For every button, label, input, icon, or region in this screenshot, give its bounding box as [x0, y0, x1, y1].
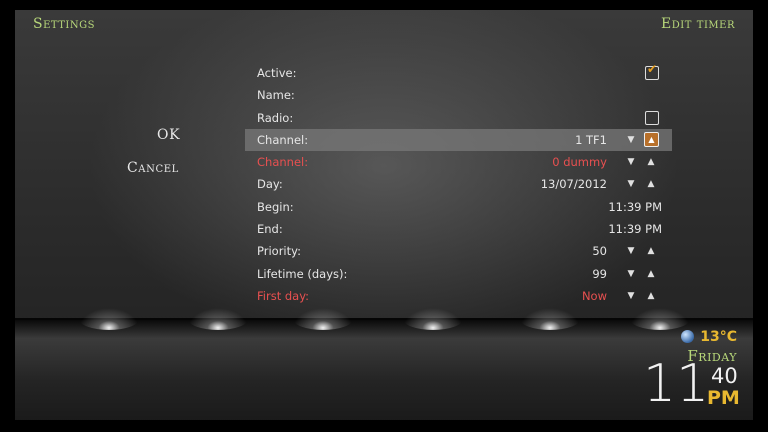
spotlight — [293, 308, 353, 330]
row-day[interactable]: Day: 13/07/2012 ▼ ▲ — [245, 173, 672, 195]
clock-minutes: 40 — [711, 364, 738, 388]
row-first-day[interactable]: First day: Now ▼ ▲ — [245, 285, 672, 307]
row-radio[interactable]: Radio: — [245, 107, 672, 129]
spotlight — [79, 308, 139, 330]
row-priority[interactable]: Priority: 50 ▼ ▲ — [245, 240, 672, 262]
row-value: 99 — [592, 266, 607, 281]
radio-checkbox[interactable] — [645, 110, 659, 125]
row-name[interactable]: Name: — [245, 84, 672, 106]
row-label: Channel: — [257, 132, 309, 147]
weather-widget: 13°C — [681, 329, 737, 345]
ok-button[interactable]: OK — [157, 127, 180, 143]
row-begin[interactable]: Begin: 11:39 PM — [245, 196, 672, 218]
clock-ampm: PM — [707, 387, 740, 409]
row-channel-alt[interactable]: Channel: 0 dummy ▼ ▲ — [245, 151, 672, 173]
row-label: Day: — [257, 177, 283, 192]
globe-icon — [681, 330, 695, 343]
row-value: 0 dummy — [552, 155, 607, 170]
row-value: 1 TF1 — [575, 132, 607, 147]
cancel-button[interactable]: Cancel — [127, 160, 179, 176]
clock-hour: 11 — [643, 354, 710, 414]
row-label: Lifetime (days): — [257, 266, 348, 281]
chevron-down-icon[interactable]: ▼ — [624, 263, 638, 285]
chevron-up-icon[interactable]: ▲ — [644, 285, 658, 307]
timer-settings-list: Active: ✔ Name: Radio: Channel: 1 TF1 ▼ … — [245, 62, 672, 307]
row-lifetime[interactable]: Lifetime (days): 99 ▼ ▲ — [245, 263, 672, 285]
chevron-up-icon[interactable]: ▲ — [644, 173, 658, 195]
row-label: Begin: — [257, 199, 294, 214]
chevron-up-icon[interactable]: ▲ — [644, 263, 658, 285]
spotlight — [630, 308, 690, 330]
active-checkbox[interactable]: ✔ — [645, 62, 659, 80]
spotlight — [520, 308, 580, 330]
screen: Settings Edit timer OK Cancel Active: ✔ … — [15, 10, 753, 420]
temperature: 13°C — [700, 329, 737, 345]
row-label: First day: — [257, 288, 310, 303]
chevron-up-icon[interactable]: ▲ — [644, 240, 658, 262]
chevron-down-icon[interactable]: ▼ — [624, 173, 638, 195]
chevron-down-icon[interactable]: ▼ — [624, 151, 638, 173]
chevron-up-icon[interactable]: ▲ — [644, 151, 658, 173]
chevron-up-icon[interactable]: ▲ — [644, 131, 659, 147]
chevron-down-icon[interactable]: ▼ — [624, 129, 638, 151]
row-label: Name: — [257, 88, 295, 103]
edit-timer-title: Edit timer — [661, 16, 735, 32]
row-end[interactable]: End: 11:39 PM — [245, 218, 672, 240]
row-value: 11:39 PM — [608, 222, 662, 237]
chevron-down-icon[interactable]: ▼ — [624, 240, 638, 262]
row-channel[interactable]: Channel: 1 TF1 ▼ ▲ — [245, 128, 672, 152]
row-value: Now — [581, 288, 607, 303]
row-value: 11:39 PM — [608, 199, 662, 214]
chevron-down-icon[interactable]: ▼ — [624, 285, 638, 307]
settings-title: Settings — [33, 16, 95, 32]
spotlight — [403, 308, 463, 330]
row-label: End: — [257, 222, 283, 237]
row-value: 13/07/2012 — [540, 177, 607, 192]
row-active[interactable]: Active: ✔ — [245, 62, 672, 84]
row-label: Radio: — [257, 110, 294, 125]
row-label: Active: — [257, 66, 297, 80]
check-icon: ✔ — [647, 62, 658, 76]
row-label: Priority: — [257, 244, 301, 259]
row-value: 50 — [592, 244, 607, 259]
row-label: Channel: — [257, 155, 309, 170]
spotlight — [188, 308, 248, 330]
